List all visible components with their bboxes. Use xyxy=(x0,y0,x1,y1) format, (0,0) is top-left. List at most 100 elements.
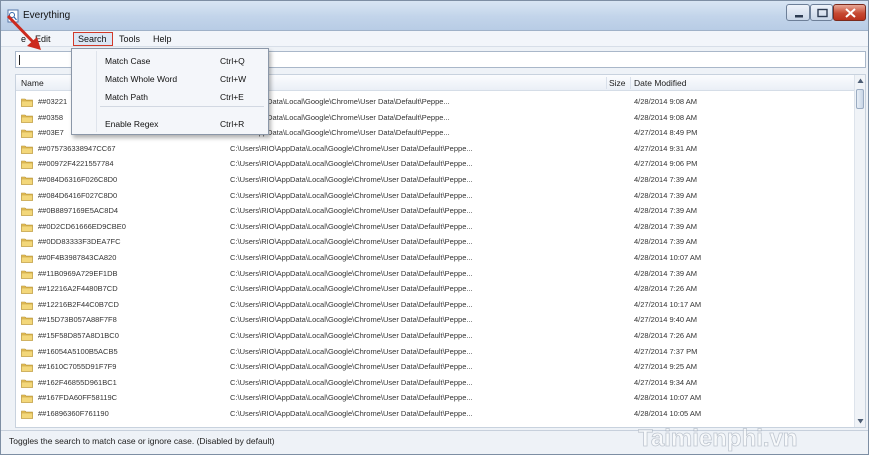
status-text: Toggles the search to match case or igno… xyxy=(9,436,275,446)
menu-item-label: Match Case xyxy=(105,56,151,66)
menu-item-label: Match Whole Word xyxy=(105,74,178,84)
cell-path: C:\Users\RIO\AppData\Local\Google\Chrome… xyxy=(230,190,473,200)
cell-name: ##167FDA60FF58119C xyxy=(38,393,118,403)
menu-item-match-path[interactable]: Match Path Ctrl+E xyxy=(74,88,266,105)
folder-icon xyxy=(21,129,33,138)
cell-path: C:\Users\RIO\AppData\Local\Google\Chrome… xyxy=(230,346,473,356)
table-row[interactable]: ##15D73B057A88F7F8 C:\Users\RIO\AppData\L… xyxy=(16,312,856,328)
cell-path: C:\Users\RIO\AppData\Local\Google\Chrome… xyxy=(230,362,473,372)
column-divider[interactable] xyxy=(606,77,607,89)
menu-separator xyxy=(100,106,264,107)
title-bar[interactable]: Everything xyxy=(1,1,868,31)
svg-text:Taimienphi.vn: Taimienphi.vn xyxy=(638,425,798,452)
table-row[interactable]: ##1610C7055D91F7F9 C:\Users\RIO\AppData\L… xyxy=(16,359,856,375)
cell-date-modified: 4/27/2014 10:17 AM xyxy=(634,299,702,309)
cell-date-modified: 4/27/2014 9:31 AM xyxy=(634,143,697,153)
menu-item-shortcut: Ctrl+W xyxy=(220,74,247,84)
folder-icon xyxy=(21,395,33,404)
maximize-icon xyxy=(817,8,828,18)
table-row[interactable]: ##11B0969A729EF1DB C:\Users\RIO\AppData\L… xyxy=(16,266,856,282)
column-header-date[interactable]: Date Modified xyxy=(634,78,686,88)
cell-path: C:\Users\RIO\AppData\Local\Google\Chrome… xyxy=(230,175,473,184)
cell-path: C:\Users\RIO\AppData\Local\Google\Chrome… xyxy=(230,237,473,247)
table-row[interactable]: ##0F4B3987843CA820 C:\Users\RIO\AppData\L… xyxy=(16,250,856,266)
folder-icon xyxy=(21,363,33,372)
cell-date-modified: 4/28/2014 7:39 AM xyxy=(634,190,697,200)
watermark-logo: Taimienphi.vn xyxy=(638,425,798,452)
maximize-button[interactable] xyxy=(810,4,833,21)
cell-date-modified: 4/28/2014 7:39 AM xyxy=(634,175,697,184)
table-row[interactable]: ##15F58D857A8D1BC0 C:\Users\RIO\AppData\L… xyxy=(16,328,856,344)
menu-tools[interactable]: Tools xyxy=(119,34,140,44)
folder-icon xyxy=(21,207,33,216)
folder-icon xyxy=(21,239,33,248)
table-row[interactable]: ##0DD83333F3DEA7FC C:\Users\RIO\AppData\L… xyxy=(16,234,856,250)
cell-name: ##1610C7055D91F7F9 xyxy=(38,362,117,372)
cell-name: ##00972F4221557784 xyxy=(38,159,114,169)
cell-date-modified: 4/27/2014 7:37 PM xyxy=(634,346,698,356)
cell-path: ...\RIO\AppData\Local\Google\Chrome\User… xyxy=(230,128,450,138)
cell-date-modified: 4/27/2014 9:06 PM xyxy=(634,159,698,169)
menu-item-match-whole-word[interactable]: Match Whole Word Ctrl+W xyxy=(74,70,266,87)
table-row[interactable]: ##0D2CD61666ED9CBE0 C:\Users\RIO\AppData\… xyxy=(16,219,856,235)
cell-name: ##084D6416F027C8D0 xyxy=(38,190,118,200)
cell-date-modified: 4/28/2014 7:39 AM xyxy=(634,221,697,231)
cell-name: ##15D73B057A88F7F8 xyxy=(38,315,117,325)
cell-path: C:\Users\RIO\AppData\Local\Google\Chrome… xyxy=(230,331,473,340)
cell-path: ...\RIO\AppData\Local\Google\Chrome\User… xyxy=(230,112,450,122)
table-row[interactable]: ##084D6416F027C8D0 C:\Users\RIO\AppData\L… xyxy=(16,188,856,204)
text-caret xyxy=(19,55,20,65)
column-divider[interactable] xyxy=(630,77,631,89)
table-row[interactable]: ##00972F4221557784 C:\Users\RIO\AppData\L… xyxy=(16,156,856,172)
folder-icon xyxy=(21,332,33,341)
folder-icon xyxy=(21,379,33,388)
table-row[interactable]: ##12216A2F4480B7CD C:\Users\RIO\AppData\L… xyxy=(16,281,856,297)
cell-path: C:\Users\RIO\AppData\Local\Google\Chrome… xyxy=(230,253,473,262)
folder-icon xyxy=(21,285,33,294)
minimize-button[interactable] xyxy=(786,4,810,21)
scroll-up-icon[interactable] xyxy=(857,78,864,84)
cell-path: C:\Users\RIO\AppData\Local\Google\Chrome… xyxy=(230,315,473,325)
cell-path: C:\Users\RIO\AppData\Local\Google\Chrome… xyxy=(230,143,473,153)
column-header-size[interactable]: Size xyxy=(609,78,626,88)
cell-date-modified: 4/27/2014 8:49 PM xyxy=(634,128,698,138)
cell-name: ##0B8897169E5AC8D4 xyxy=(38,206,119,216)
table-row[interactable]: ##12216B2F44C0B7CD C:\Users\RIO\AppData\L… xyxy=(16,297,856,313)
folder-icon xyxy=(21,176,33,185)
folder-icon xyxy=(21,270,33,279)
cell-path: C:\Users\RIO\AppData\Local\Google\Chrome… xyxy=(230,221,473,231)
close-button[interactable] xyxy=(833,4,866,21)
cell-path: ...\RIO\AppData\Local\Google\Chrome\User… xyxy=(230,97,450,106)
table-row[interactable]: ##16054A5100B5ACB5 C:\Users\RIO\AppData\L… xyxy=(16,344,856,360)
cell-name: ##162F46855D961BC1 xyxy=(38,377,117,387)
vertical-scrollbar[interactable] xyxy=(854,75,865,427)
table-row[interactable]: ##167FDA60FF58119C C:\Users\RIO\AppData\L… xyxy=(16,390,856,406)
cell-name: ##15F58D857A8D1BC0 xyxy=(38,331,119,340)
menu-bar: e Edit Search Tools Help xyxy=(1,31,868,47)
cell-date-modified: 4/28/2014 7:39 AM xyxy=(634,268,697,278)
table-row[interactable]: ##162F46855D961BC1 C:\Users\RIO\AppData\L… xyxy=(16,375,856,391)
menu-item-enable-regex[interactable]: Enable Regex Ctrl+R xyxy=(74,115,266,132)
menu-help[interactable]: Help xyxy=(153,34,172,44)
table-row[interactable]: ##0B8897169E5AC8D4 C:\Users\RIO\AppData\L… xyxy=(16,203,856,219)
folder-icon xyxy=(21,317,33,326)
cell-path: C:\Users\RIO\AppData\Local\Google\Chrome… xyxy=(230,377,473,387)
cell-date-modified: 4/28/2014 7:26 AM xyxy=(634,284,697,294)
cell-path: C:\Users\RIO\AppData\Local\Google\Chrome… xyxy=(230,299,473,309)
table-row[interactable]: ##084D6316F026C8D0 C:\Users\RIO\AppData\L… xyxy=(16,172,856,188)
folder-icon xyxy=(21,161,33,170)
scroll-down-icon[interactable] xyxy=(857,418,864,424)
table-row[interactable]: ##075736338947CC67 C:\Users\RIO\AppData\L… xyxy=(16,141,856,157)
cell-name: ##11B0969A729EF1DB xyxy=(38,268,118,278)
cell-name: ##03221 xyxy=(38,97,68,106)
menu-item-match-case[interactable]: Match Case Ctrl+Q xyxy=(74,52,266,69)
folder-icon xyxy=(21,348,33,357)
column-header-name[interactable]: Name xyxy=(21,78,44,88)
cell-date-modified: 4/28/2014 10:05 AM xyxy=(634,409,702,418)
folder-icon xyxy=(21,145,33,154)
scrollbar-thumb[interactable] xyxy=(856,89,864,109)
menu-search[interactable]: Search xyxy=(73,32,113,46)
cell-path: C:\Users\RIO\AppData\Local\Google\Chrome… xyxy=(230,268,473,278)
table-row[interactable]: ##16896360F761190 C:\Users\RIO\AppData\Lo… xyxy=(16,406,856,422)
folder-icon xyxy=(21,410,33,419)
